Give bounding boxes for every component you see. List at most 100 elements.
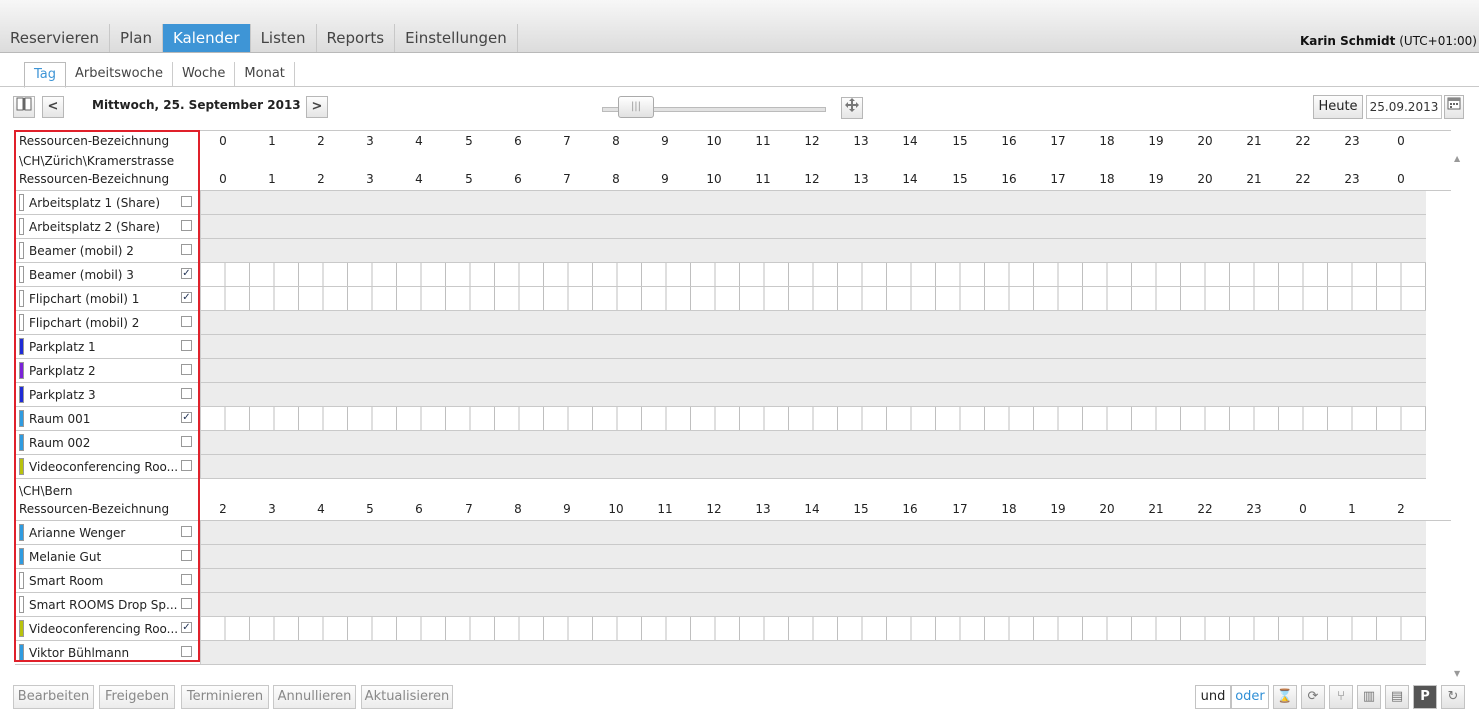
parking-icon[interactable]: P	[1413, 685, 1437, 709]
resource-checkbox[interactable]	[181, 316, 192, 327]
resource-row[interactable]: Raum 001 ✓	[15, 407, 1426, 431]
columns-icon[interactable]: ▥	[1357, 685, 1381, 709]
resource-row[interactable]: Parkplatz 2	[15, 359, 1426, 383]
hour-label: 16	[1001, 134, 1017, 148]
tab-plan[interactable]: Plan	[110, 24, 163, 52]
resource-timeline[interactable]	[200, 431, 1426, 454]
restaurant-icon[interactable]: ⑂	[1329, 685, 1353, 709]
und-toggle[interactable]: und	[1195, 685, 1231, 709]
annullieren-button[interactable]: Annullieren	[273, 685, 356, 709]
resource-timeline[interactable]	[200, 287, 1426, 310]
vertical-scrollbar[interactable]: ▲ ▼	[1452, 152, 1464, 680]
resource-row[interactable]: Smart Room	[15, 569, 1426, 593]
scroll-up-icon[interactable]: ▲	[1454, 154, 1460, 163]
aktualisieren-button[interactable]: Aktualisieren	[361, 685, 453, 709]
resource-checkbox[interactable]	[181, 460, 192, 471]
resource-timeline[interactable]	[200, 641, 1426, 664]
resource-row[interactable]: Arbeitsplatz 2 (Share)	[15, 215, 1426, 239]
resource-timeline[interactable]	[200, 239, 1426, 262]
resource-name: Videoconferencing Roo...	[29, 622, 177, 636]
zoom-slider[interactable]: |||	[594, 96, 828, 118]
next-day-button[interactable]: >	[306, 96, 328, 118]
resource-timeline[interactable]	[200, 335, 1426, 358]
bearbeiten-button[interactable]: Bearbeiten	[13, 685, 94, 709]
resource-checkbox[interactable]	[181, 526, 192, 537]
resource-checkbox[interactable]	[181, 436, 192, 447]
resource-row[interactable]: Parkplatz 1	[15, 335, 1426, 359]
resource-checkbox[interactable]	[181, 574, 192, 585]
tab-listen[interactable]: Listen	[251, 24, 317, 52]
resource-row[interactable]: Viktor Bühlmann	[15, 641, 1426, 665]
hour-label: 12	[706, 502, 722, 516]
terminieren-button[interactable]: Terminieren	[181, 685, 269, 709]
resource-checkbox[interactable]: ✓	[181, 412, 192, 423]
resource-timeline[interactable]	[200, 521, 1426, 544]
today-button[interactable]: Heute	[1313, 95, 1363, 119]
resource-timeline[interactable]	[200, 593, 1426, 616]
hour-label: 4	[415, 172, 423, 186]
resource-timeline[interactable]	[200, 383, 1426, 406]
tab-einstellungen[interactable]: Einstellungen	[395, 24, 518, 52]
oder-toggle[interactable]: oder	[1231, 685, 1269, 709]
tab-reports[interactable]: Reports	[317, 24, 396, 52]
freigeben-button[interactable]: Freigeben	[99, 685, 175, 709]
hour-label: 5	[465, 172, 473, 186]
resource-color-swatch	[19, 524, 24, 541]
resource-row[interactable]: Flipchart (mobil) 1 ✓	[15, 287, 1426, 311]
date-input[interactable]: 25.09.2013	[1366, 95, 1442, 119]
hour-label: 8	[514, 502, 522, 516]
resource-row[interactable]: Arbeitsplatz 1 (Share)	[15, 191, 1426, 215]
resource-timeline[interactable]	[200, 545, 1426, 568]
resource-checkbox[interactable]	[181, 220, 192, 231]
subtab-monat[interactable]: Monat	[235, 62, 295, 86]
resource-checkbox[interactable]	[181, 550, 192, 561]
resource-checkbox[interactable]	[181, 598, 192, 609]
resource-row[interactable]: Beamer (mobil) 2	[15, 239, 1426, 263]
resource-checkbox[interactable]	[181, 646, 192, 657]
slider-thumb[interactable]: |||	[618, 96, 654, 118]
resource-row[interactable]: Raum 002	[15, 431, 1426, 455]
resource-checkbox[interactable]	[181, 244, 192, 255]
resource-row[interactable]: Melanie Gut	[15, 545, 1426, 569]
resource-checkbox[interactable]: ✓	[181, 622, 192, 633]
resource-row[interactable]: Beamer (mobil) 3 ✓	[15, 263, 1426, 287]
hour-label: 1	[1348, 502, 1356, 516]
scroll-down-icon[interactable]: ▼	[1454, 669, 1460, 678]
resource-checkbox[interactable]: ✓	[181, 292, 192, 303]
sync-icon[interactable]: ⟳	[1301, 685, 1325, 709]
subtab-woche[interactable]: Woche	[173, 62, 236, 86]
resource-checkbox[interactable]: ✓	[181, 268, 192, 279]
subtab-arbeitswoche[interactable]: Arbeitswoche	[66, 62, 173, 86]
resource-checkbox[interactable]	[181, 364, 192, 375]
resource-name: Smart Room	[29, 574, 104, 588]
resource-checkbox[interactable]	[181, 340, 192, 351]
resource-timeline[interactable]	[200, 407, 1426, 430]
resource-checkbox[interactable]	[181, 196, 192, 207]
resource-row[interactable]: Parkplatz 3	[15, 383, 1426, 407]
hour-label: 18	[1099, 134, 1115, 148]
refresh-icon[interactable]: ↻	[1441, 685, 1465, 709]
book-icon[interactable]	[13, 96, 35, 118]
resource-timeline[interactable]	[200, 569, 1426, 592]
resource-timeline[interactable]	[200, 359, 1426, 382]
hourglass-icon[interactable]: ⌛	[1273, 685, 1297, 709]
resource-checkbox[interactable]	[181, 388, 192, 399]
resource-timeline[interactable]	[200, 311, 1426, 334]
resource-timeline[interactable]	[200, 191, 1426, 214]
move-icon[interactable]	[841, 97, 863, 119]
resource-row[interactable]: Smart ROOMS Drop Sp...	[15, 593, 1426, 617]
calendar-icon[interactable]	[1444, 95, 1464, 119]
resource-timeline[interactable]	[200, 215, 1426, 238]
tab-kalender[interactable]: Kalender	[162, 24, 251, 52]
previous-day-button[interactable]: <	[42, 96, 64, 118]
resource-row[interactable]: Flipchart (mobil) 2	[15, 311, 1426, 335]
tab-reservieren[interactable]: Reservieren	[0, 24, 111, 52]
resource-timeline[interactable]	[200, 455, 1426, 478]
resource-row[interactable]: Videoconferencing Roo...	[15, 455, 1426, 479]
subtab-tag[interactable]: Tag	[24, 62, 67, 88]
resource-row[interactable]: Arianne Wenger	[15, 521, 1426, 545]
printer-icon[interactable]: ▤	[1385, 685, 1409, 709]
resource-timeline[interactable]	[200, 263, 1426, 286]
resource-row[interactable]: Videoconferencing Roo... ✓	[15, 617, 1426, 641]
resource-timeline[interactable]	[200, 617, 1426, 640]
